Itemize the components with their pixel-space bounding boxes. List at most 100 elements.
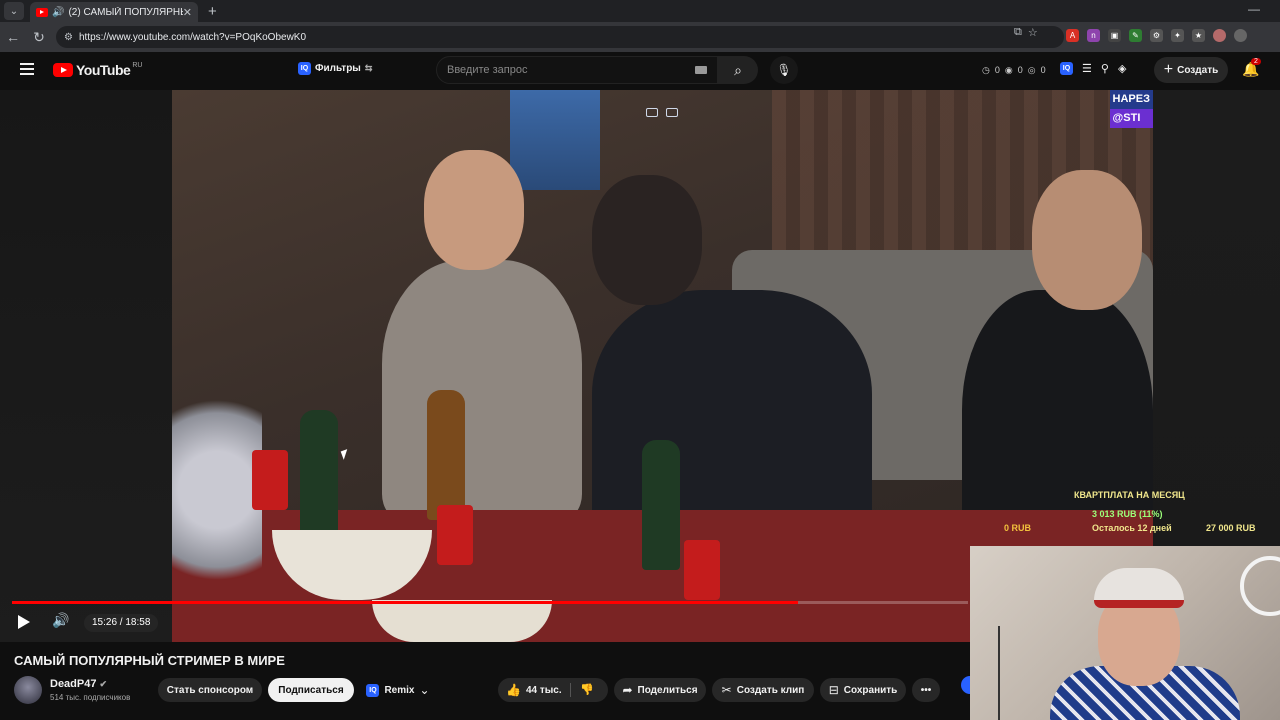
- address-bar[interactable]: ⚙ https://www.youtube.com/watch?v=POqKoO…: [56, 26, 1064, 48]
- extension-icon[interactable]: ▣: [1108, 29, 1121, 42]
- reload-icon[interactable]: ↻: [26, 29, 52, 46]
- mic-icon: 🎙: [776, 63, 792, 77]
- search-input[interactable]: Введите запрос: [436, 56, 718, 84]
- extensions-puzzle-icon[interactable]: ✦: [1171, 29, 1184, 42]
- scene-christmas-tree: [172, 370, 262, 610]
- goal-remaining: Осталось 12 дней: [1092, 523, 1172, 533]
- more-icon: •••: [920, 684, 932, 696]
- goal-amount: 3 013 RUB (11%): [1092, 509, 1163, 519]
- volume-icon[interactable]: 🔊: [52, 612, 69, 629]
- goal-start: 0 RUB: [1004, 523, 1032, 533]
- search-button[interactable]: ⌕: [718, 56, 758, 84]
- profile-avatar[interactable]: [1234, 29, 1247, 42]
- watermark-line: НАРЕЗ: [1109, 90, 1153, 109]
- like-divider: [570, 683, 571, 697]
- scene-can: [437, 505, 473, 565]
- create-label: Создать: [1177, 64, 1219, 76]
- iq-extension-icon[interactable]: IQ: [1060, 62, 1073, 75]
- voice-search-button[interactable]: 🎙: [770, 56, 798, 84]
- video-progress-bar[interactable]: [12, 601, 968, 604]
- iq-extension-icon: IQ: [366, 683, 380, 697]
- picture-in-picture-icon[interactable]: [666, 108, 678, 117]
- adblock-extension-icon[interactable]: A: [1066, 29, 1079, 42]
- thumbs-down-icon[interactable]: 👎: [580, 683, 594, 696]
- extension-stats: ◷ 0 ◉ 0 ◎ 0: [982, 65, 1046, 76]
- extension-icon[interactable]: ⚙: [1150, 29, 1163, 42]
- thumbs-up-icon: 👍: [506, 683, 521, 697]
- streamer-cap: [1094, 568, 1184, 608]
- miniplayer-icon[interactable]: [646, 108, 658, 117]
- tab-close-icon[interactable]: ✕: [183, 6, 192, 19]
- tripod: [998, 626, 1000, 720]
- progress-fill: [12, 601, 798, 604]
- extension-side-tab[interactable]: [961, 676, 970, 694]
- list-icon[interactable]: ☰: [1082, 62, 1092, 75]
- remix-button[interactable]: IQ Remix ⌄: [362, 678, 434, 702]
- player-controls: 🔊 15:26 / 18:58: [0, 606, 968, 642]
- region-code: RU: [132, 61, 143, 69]
- share-button[interactable]: ➦ Поделиться: [614, 678, 706, 702]
- subscribe-button[interactable]: Подписаться: [268, 678, 354, 702]
- scissors-icon: ✂: [721, 683, 732, 697]
- window-minimize-button[interactable]: —: [1248, 2, 1260, 16]
- create-button[interactable]: + Создать: [1154, 57, 1228, 83]
- play-icon[interactable]: [18, 615, 30, 629]
- chevron-down-icon: ⌄: [419, 683, 430, 697]
- save-button[interactable]: ⊟ Сохранить: [820, 678, 906, 702]
- scene-bottle: [427, 390, 465, 520]
- channel-action-row: DeadP47 ✔ 514 тыс. подписчиков Стать спон…: [0, 674, 960, 708]
- join-label: Стать спонсором: [166, 684, 254, 696]
- back-icon[interactable]: ←: [0, 29, 26, 45]
- like-button[interactable]: 👍 44 тыс. 👎: [498, 678, 608, 702]
- filters-button[interactable]: IQ Фильтры ⇆: [298, 62, 372, 75]
- channel-name[interactable]: DeadP47 ✔: [50, 678, 107, 690]
- verified-icon: ✔: [99, 679, 108, 689]
- new-tab-button[interactable]: +: [208, 3, 217, 20]
- iq-extension-icon: IQ: [298, 62, 311, 75]
- site-info-icon[interactable]: ⚙: [64, 32, 73, 43]
- scene-bottle: [642, 440, 680, 570]
- notification-badge: 2: [1251, 58, 1261, 65]
- scene-bottle: [300, 410, 338, 540]
- watermark-line: @STI: [1109, 109, 1153, 128]
- like-count: 44 тыс.: [525, 684, 562, 696]
- keyboard-icon[interactable]: [695, 66, 707, 74]
- tab-search-button[interactable]: ⌄: [4, 2, 24, 20]
- menu-icon[interactable]: [20, 63, 34, 75]
- trophy-icon[interactable]: ⚲: [1101, 62, 1109, 75]
- search-placeholder: Введите запрос: [447, 64, 528, 76]
- scene-can: [684, 540, 720, 600]
- stat-value: 0: [1017, 65, 1023, 75]
- browser-tab[interactable]: 🔊 (2) САМЫЙ ПОПУЛЯРНЫЙ ✕: [30, 2, 198, 22]
- profile-avatar[interactable]: [1213, 29, 1226, 42]
- sliders-icon: ⇆: [364, 63, 373, 73]
- video-title: САМЫЙ ПОПУЛЯРНЫЙ СТРИМЕР В МИРЕ: [14, 653, 285, 668]
- url-text: https://www.youtube.com/watch?v=POqKoObe…: [78, 31, 307, 43]
- install-app-icon[interactable]: ⧉: [1014, 26, 1022, 39]
- extension-icon[interactable]: ✎: [1129, 29, 1142, 42]
- speaker-icon[interactable]: 🔊: [52, 7, 64, 18]
- goal-title: КВАРТПЛАТА НА МЕСЯЦ: [1074, 490, 1185, 500]
- video-watermark: НАРЕЗ @STI: [1109, 90, 1153, 128]
- join-button[interactable]: Стать спонсором: [158, 678, 262, 702]
- notifications-button[interactable]: 🔔 2: [1242, 58, 1261, 78]
- channel-avatar[interactable]: [14, 676, 42, 704]
- clip-button[interactable]: ✂ Создать клип: [712, 678, 814, 702]
- plus-icon: +: [1163, 61, 1174, 78]
- feed-icon[interactable]: ◈: [1118, 62, 1126, 75]
- goal-target: 27 000 RUB: [1206, 523, 1256, 533]
- player-overlay-icons: [646, 108, 678, 117]
- bookmark-star-icon[interactable]: ☆: [1028, 26, 1038, 39]
- browser-tab-strip: ⌄ 🔊 (2) САМЫЙ ПОПУЛЯРНЫЙ ✕ + —: [0, 0, 1280, 22]
- logo-text: YouTube: [76, 62, 131, 78]
- tab-title: (2) САМЫЙ ПОПУЛЯРНЫЙ: [68, 6, 182, 18]
- new-extension-icon[interactable]: n: [1087, 29, 1100, 42]
- player-letterbox-left: [0, 90, 172, 642]
- time-display: 15:26 / 18:58: [84, 614, 159, 632]
- reading-list-icon[interactable]: ★: [1192, 29, 1205, 42]
- share-label: Поделиться: [637, 684, 698, 696]
- subscribe-label: Подписаться: [278, 684, 344, 696]
- more-actions-button[interactable]: •••: [912, 678, 940, 702]
- eye-off-icon: ◎: [1027, 65, 1036, 75]
- youtube-logo[interactable]: YouTube RU: [53, 62, 142, 78]
